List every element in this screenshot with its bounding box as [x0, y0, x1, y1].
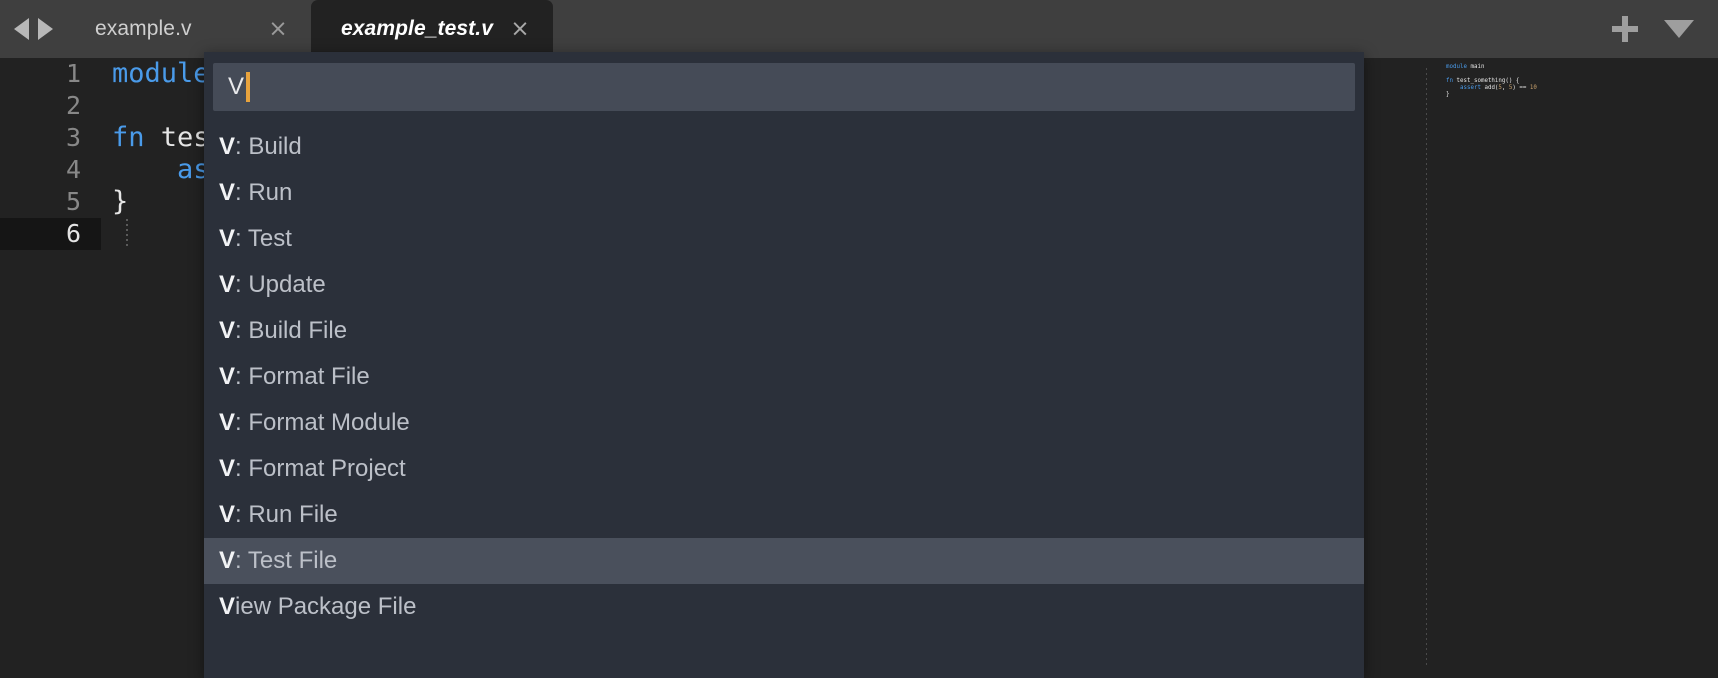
- code-token: fn: [112, 122, 145, 153]
- command-palette-item[interactable]: V: Run: [204, 170, 1364, 216]
- command-label-text: : Format File: [235, 363, 370, 390]
- command-match-text: V: [219, 133, 236, 160]
- command-match-text: V: [219, 225, 236, 252]
- code-token: fn: [1446, 76, 1453, 84]
- text-caret: [246, 72, 251, 102]
- line-number: 4: [65, 155, 81, 184]
- code-token: add(: [1480, 83, 1499, 91]
- command-match-text: V: [219, 455, 236, 482]
- code-token: }: [112, 186, 129, 217]
- command-label-text: : Format Project: [235, 455, 406, 482]
- line-number-gutter: 1 2 3 4 56: [0, 58, 101, 678]
- line-number: 1: [65, 59, 81, 88]
- command-palette-list: V: Build V: Run V: Test V: Update V: Build F…: [204, 124, 1364, 630]
- command-label-text: : Update: [235, 271, 326, 298]
- line-number: 6: [0, 218, 101, 250]
- code-token: test_something() {: [1452, 76, 1520, 84]
- tab-bar-spacer: [553, 0, 1612, 58]
- line-number: 2: [65, 91, 81, 120]
- command-label-text: : Test File: [235, 547, 338, 574]
- command-match-text: V: [219, 271, 236, 298]
- command-match-text: V: [219, 547, 236, 574]
- code-token: module: [112, 58, 210, 89]
- close-icon[interactable]: ×: [509, 18, 531, 41]
- command-palette-input-value: V: [228, 73, 245, 100]
- command-match-text: V: [219, 409, 236, 436]
- code-minimap[interactable]: module main fn test_something() { assert …: [1420, 58, 1718, 678]
- code-line: module main: [1446, 63, 1537, 70]
- command-palette-item[interactable]: V: Build: [204, 124, 1364, 170]
- plus-icon[interactable]: [1612, 16, 1638, 42]
- code-token: main: [1466, 63, 1485, 70]
- code-token: 10: [1529, 83, 1537, 91]
- tab-example-v[interactable]: example.v ×: [71, 0, 311, 58]
- command-match-text: V: [219, 363, 236, 390]
- command-palette-item[interactable]: V: Format Project: [204, 446, 1364, 492]
- code-token: }: [1446, 90, 1450, 98]
- triangle-left-icon[interactable]: [14, 18, 29, 40]
- code-token: assert: [1459, 83, 1481, 91]
- command-label-text: : Run File: [235, 501, 338, 528]
- close-icon[interactable]: ×: [267, 18, 289, 41]
- indent-guide: [126, 219, 128, 249]
- command-match-text: V: [219, 501, 236, 528]
- command-match-text: V: [219, 179, 236, 206]
- command-palette-item[interactable]: View Package File: [204, 584, 1364, 630]
- tab-nav-arrows: [0, 0, 71, 58]
- command-label-text: iew Package File: [235, 593, 417, 620]
- code-line: }: [1446, 91, 1537, 98]
- code-token: ,: [1501, 83, 1509, 91]
- code-line: assert add(5, 5) == 10: [1446, 84, 1537, 91]
- line-number: 5: [65, 187, 81, 216]
- tab-bar: example.v × example_test.v ×: [0, 0, 1718, 58]
- tab-example-test-v[interactable]: example_test.v ×: [311, 0, 553, 58]
- command-palette-input-wrap: V: [204, 52, 1364, 111]
- command-label-text: : Test: [235, 225, 292, 252]
- command-palette-item[interactable]: V: Format File: [204, 354, 1364, 400]
- triangle-right-icon[interactable]: [38, 18, 53, 40]
- code-line: fn test_something() {: [1446, 77, 1537, 84]
- command-palette-item[interactable]: V: Run File: [204, 492, 1364, 538]
- command-match-text: V: [219, 317, 236, 344]
- command-palette-item[interactable]: V: Build File: [204, 308, 1364, 354]
- command-palette-item[interactable]: V: Test File: [204, 538, 1364, 584]
- editor-window: example.v × example_test.v × 1 2 3 4 56 modu…: [0, 0, 1718, 678]
- line-number: 3: [65, 123, 81, 152]
- command-label-text: : Build File: [235, 317, 348, 344]
- minimap-indent-guide: [1426, 68, 1427, 668]
- code-token: module: [1446, 63, 1467, 70]
- command-palette-input[interactable]: V: [213, 63, 1355, 111]
- command-label-text: : Build: [235, 133, 302, 160]
- chevron-down-icon[interactable]: [1664, 20, 1694, 38]
- code-token: ) ==: [1512, 83, 1530, 91]
- command-palette-item[interactable]: V: Test: [204, 216, 1364, 262]
- command-label-text: : Run: [235, 179, 293, 206]
- command-palette-item[interactable]: V: Update: [204, 262, 1364, 308]
- command-match-text: V: [219, 593, 236, 620]
- command-palette-item[interactable]: V: Format Module: [204, 400, 1364, 446]
- command-label-text: : Format Module: [235, 409, 410, 436]
- tab-bar-actions: [1612, 0, 1718, 58]
- command-palette[interactable]: V V: Build V: Run V: Test V: Update V: Build…: [204, 52, 1364, 678]
- minimap-content: module main fn test_something() { assert …: [1446, 63, 1537, 104]
- tab-label: example.v: [95, 17, 192, 40]
